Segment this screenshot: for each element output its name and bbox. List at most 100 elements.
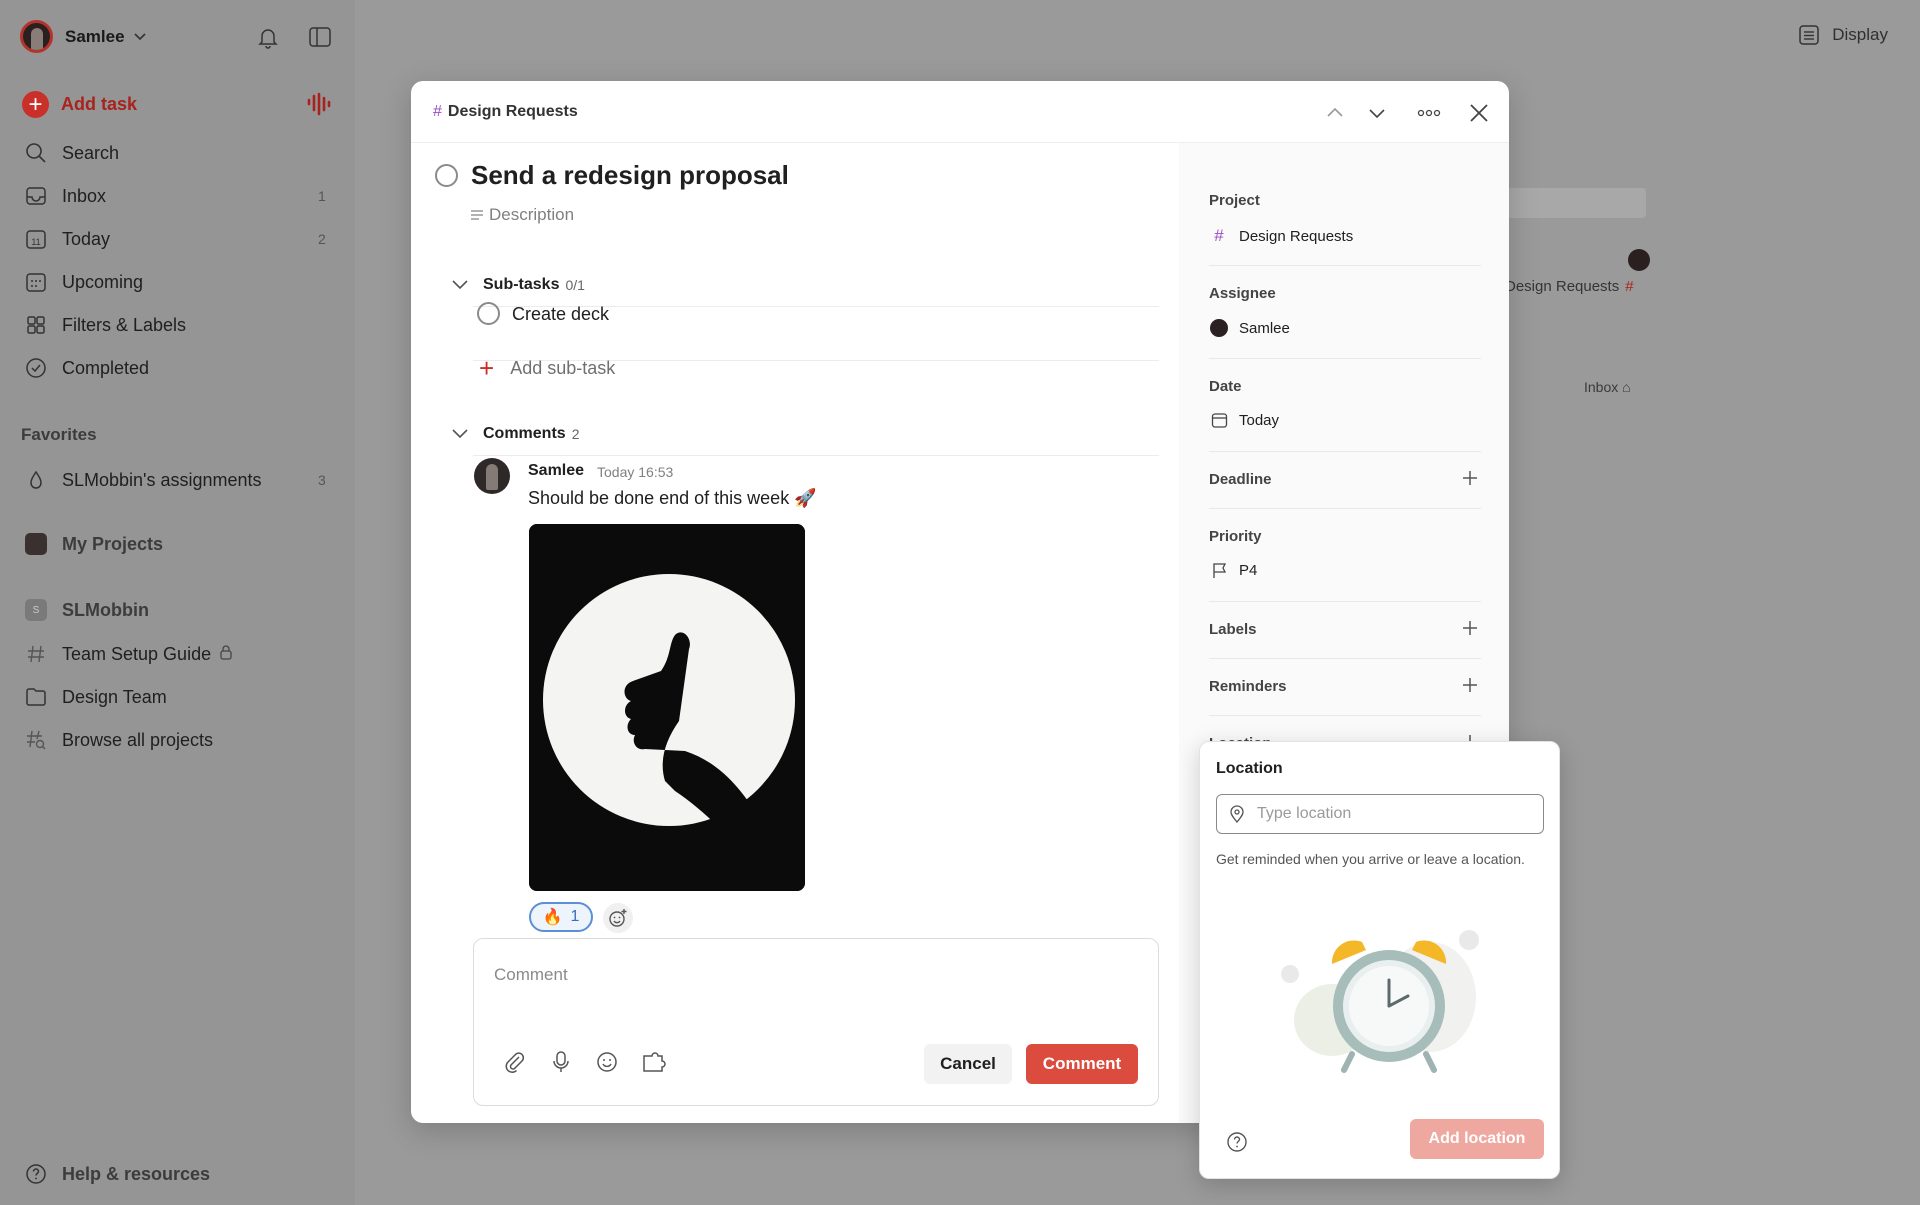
today-count: 2 — [318, 231, 326, 247]
reaction-chip[interactable]: 🔥 1 — [529, 902, 593, 932]
sidebar-item-filters[interactable]: Filters & Labels — [24, 313, 186, 337]
soundwave-icon[interactable] — [306, 90, 334, 118]
chevron-up-icon[interactable] — [1323, 101, 1347, 125]
help-question-icon[interactable] — [1226, 1131, 1248, 1153]
add-task-button[interactable]: + Add task — [22, 91, 137, 118]
more-options-icon[interactable] — [1415, 101, 1443, 125]
sidebar-item-favorite[interactable]: SLMobbin's assignments 3 — [24, 468, 326, 492]
comment-input[interactable]: Comment — [494, 965, 568, 985]
location-input-wrapper[interactable] — [1216, 794, 1544, 834]
comment-image-attachment[interactable] — [529, 524, 805, 891]
alarm-clock-illustration — [1281, 930, 1479, 1073]
calendar-today-icon: 11 — [24, 227, 48, 251]
assignee-selector[interactable]: Samlee — [1209, 319, 1290, 337]
modal-header: # Design Requests — [411, 81, 1509, 143]
sidebar-item-upcoming[interactable]: Upcoming — [24, 270, 143, 294]
breadcrumb[interactable]: # Design Requests — [433, 103, 578, 121]
user-name: Samlee — [65, 26, 125, 46]
add-label-plus-icon[interactable] — [1461, 619, 1479, 637]
hash-search-icon — [24, 728, 48, 752]
user-menu[interactable]: Samlee — [20, 20, 147, 53]
task-complete-checkbox[interactable] — [435, 164, 458, 187]
description-field[interactable]: Description — [469, 205, 574, 225]
microphone-icon[interactable] — [548, 1049, 574, 1075]
bell-icon[interactable] — [255, 24, 281, 50]
priority-label: Priority — [1209, 528, 1262, 545]
popover-title: Location — [1216, 760, 1283, 777]
hash-icon: # — [433, 102, 442, 120]
subtask-label[interactable]: Create deck — [512, 304, 609, 325]
divider — [1209, 715, 1481, 716]
favorites-heading[interactable]: Favorites — [21, 425, 97, 445]
chevron-down-icon[interactable] — [1365, 101, 1389, 125]
assignee-label: Assignee — [1209, 285, 1276, 302]
hash-icon: # — [1625, 278, 1634, 295]
deadline-label: Deadline — [1209, 471, 1272, 488]
location-popover: Location Get reminded when you arrive or… — [1199, 741, 1560, 1179]
plus-icon: + — [479, 353, 495, 383]
sidebar-item-team-setup[interactable]: Team Setup Guide — [24, 642, 233, 666]
thumbs-up-moon-image — [529, 524, 805, 891]
sidebar-toggle-icon[interactable] — [307, 24, 333, 50]
map-pin-icon — [1230, 805, 1244, 823]
paperclip-icon[interactable] — [502, 1049, 528, 1075]
divider — [1209, 601, 1481, 602]
inbox-icon: ⌂ — [1622, 379, 1631, 395]
background-task-avatar — [1628, 249, 1650, 271]
description-icon — [471, 210, 483, 220]
sidebar-item-today[interactable]: 11 Today 2 — [24, 227, 326, 251]
background-input-bar — [1500, 188, 1646, 218]
cancel-button[interactable]: Cancel — [924, 1044, 1012, 1084]
comments-toggle[interactable]: Comments 2 — [451, 425, 579, 443]
add-reaction-button[interactable] — [603, 903, 633, 933]
comment-time: Today 16:53 — [597, 464, 674, 480]
workspace-heading[interactable]: S SLMobbin — [24, 598, 149, 622]
add-reminder-plus-icon[interactable] — [1461, 676, 1479, 694]
lock-icon — [219, 644, 233, 665]
assignee-avatar — [1210, 319, 1228, 337]
add-subtask-button[interactable]: + Add sub-task — [479, 355, 615, 381]
add-deadline-plus-icon[interactable] — [1461, 469, 1479, 487]
check-circle-icon — [24, 356, 48, 380]
close-icon[interactable] — [1467, 101, 1491, 125]
comment-text: Should be done end of this week 🚀 — [528, 488, 817, 508]
projects-avatar — [25, 533, 47, 555]
help-resources-link[interactable]: Help & resources — [24, 1162, 210, 1186]
date-selector[interactable]: Today — [1209, 412, 1279, 429]
task-title[interactable]: Send a redesign proposal — [471, 160, 789, 191]
chevron-down-icon — [133, 32, 146, 40]
divider — [1209, 658, 1481, 659]
help-icon — [24, 1162, 48, 1186]
extensions-icon[interactable] — [640, 1049, 670, 1075]
calendar-grid-icon — [24, 270, 48, 294]
user-avatar — [20, 20, 53, 53]
inbox-count: 1 — [318, 188, 326, 204]
chevron-down-icon — [452, 429, 468, 439]
location-search-input[interactable] — [1257, 805, 1527, 823]
subtask-checkbox[interactable] — [477, 302, 500, 325]
subtasks-toggle[interactable]: Sub-tasks 0/1 — [451, 276, 585, 294]
project-selector[interactable]: # Design Requests — [1209, 226, 1353, 246]
comments-count: 2 — [571, 426, 580, 442]
submit-comment-button[interactable]: Comment — [1026, 1044, 1138, 1084]
chevron-down-icon — [452, 280, 468, 290]
emoji-icon[interactable] — [594, 1049, 620, 1075]
sidebar-item-inbox[interactable]: Inbox 1 — [24, 184, 326, 208]
sidebar-item-browse-projects[interactable]: Browse all projects — [24, 728, 213, 752]
display-button[interactable]: Display — [1798, 24, 1888, 46]
sidebar-item-search[interactable]: Search — [24, 141, 119, 165]
fire-emoji: 🔥 — [542, 909, 563, 926]
priority-selector[interactable]: P4 — [1209, 562, 1257, 579]
hash-icon — [24, 642, 48, 666]
divider — [1209, 508, 1481, 509]
labels-label: Labels — [1209, 621, 1257, 638]
sidebar-item-completed[interactable]: Completed — [24, 356, 149, 380]
reminders-label: Reminders — [1209, 678, 1287, 695]
my-projects-heading[interactable]: My Projects — [24, 532, 163, 556]
filters-grid-icon — [24, 313, 48, 337]
divider — [473, 455, 1159, 456]
add-location-button[interactable]: Add location — [1410, 1119, 1544, 1159]
sidebar-item-design-team[interactable]: Design Team — [24, 685, 167, 709]
drop-icon — [24, 468, 48, 492]
divider — [1209, 265, 1481, 266]
